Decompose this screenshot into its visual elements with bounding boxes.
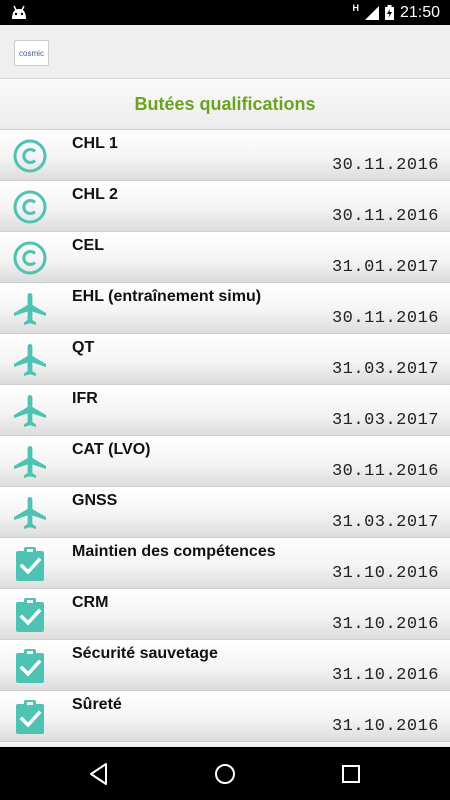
item-date: 31.03.2017 [331, 513, 439, 532]
list-item[interactable]: EHL (entraînement simu) 30.11.2016 [0, 282, 450, 333]
list-item[interactable]: CHL 2 30.11.2016 [0, 180, 450, 231]
list-item[interactable]: QT 31.03.2017 [0, 333, 450, 384]
page-header: Butées qualifications [0, 79, 450, 129]
list-item[interactable]: Sûreté 31.10.2016 [0, 690, 450, 741]
list-item[interactable]: CAT (LVO) 30.11.2016 [0, 435, 450, 486]
airplane-icon [12, 444, 48, 480]
signal-icon [364, 5, 379, 20]
clipboard-check-icon [12, 699, 48, 735]
item-date: 30.11.2016 [331, 462, 439, 481]
item-date: 31.10.2016 [331, 717, 439, 736]
list-item[interactable]: CRM 31.10.2016 [0, 588, 450, 639]
item-label: QT [72, 339, 95, 356]
list-item[interactable]: Sécurité sauvetage 31.10.2016 [0, 639, 450, 690]
item-date: 31.10.2016 [331, 666, 439, 685]
airplane-icon [12, 393, 48, 429]
app-logo[interactable]: cosmic [14, 40, 49, 66]
clipboard-check-icon [12, 648, 48, 684]
airplane-icon [12, 291, 48, 327]
battery-icon [384, 5, 394, 20]
list-item[interactable]: IFR 31.03.2017 [0, 384, 450, 435]
status-time: 21:50 [399, 3, 440, 21]
item-date: 31.01.2017 [331, 258, 439, 277]
item-label: CRM [72, 594, 109, 611]
item-date: 31.03.2017 [331, 360, 439, 379]
item-label: GNSS [72, 492, 118, 509]
item-date: 31.10.2016 [331, 564, 439, 583]
clipboard-check-icon [12, 546, 48, 582]
item-label: IFR [72, 390, 98, 407]
list-item[interactable]: CHL 1 30.11.2016 [0, 129, 450, 180]
airplane-icon [12, 495, 48, 531]
qualification-list: CHL 1 30.11.2016 CHL 2 30.11.2016 CEL 31.01… [0, 129, 450, 741]
home-button[interactable] [212, 761, 238, 787]
android-icon [12, 5, 26, 19]
item-date: 30.11.2016 [331, 156, 439, 175]
back-button[interactable] [86, 761, 112, 787]
app-bar: cosmic [0, 25, 450, 79]
logo-text: cosmic [19, 48, 44, 58]
item-date: 30.11.2016 [331, 207, 439, 226]
item-label: Sûreté [72, 696, 122, 713]
airplane-icon [12, 342, 48, 378]
item-date: 30.11.2016 [331, 309, 439, 328]
list-item[interactable]: CEL 31.01.2017 [0, 231, 450, 282]
copyright-icon [12, 138, 48, 174]
item-label: Sécurité sauvetage [72, 645, 218, 662]
navigation-bar [0, 747, 450, 800]
item-label: CAT (LVO) [72, 441, 151, 458]
copyright-icon [12, 189, 48, 225]
item-date: 31.03.2017 [331, 411, 439, 430]
item-label: EHL (entraînement simu) [72, 288, 262, 305]
item-label: Maintien des compétences [72, 543, 276, 560]
item-label: CHL 2 [72, 186, 118, 203]
copyright-icon [12, 240, 48, 276]
list-item[interactable]: GNSS 31.03.2017 [0, 486, 450, 537]
item-label: CEL [72, 237, 104, 254]
item-date: 31.10.2016 [331, 615, 439, 634]
item-label: CHL 1 [72, 135, 118, 152]
recents-button[interactable] [338, 761, 364, 787]
page-title: Butées qualifications [134, 93, 316, 114]
status-bar: H 21:50 [0, 0, 450, 25]
list-item[interactable]: Maintien des compétences 31.10.2016 [0, 537, 450, 588]
network-type: H [352, 2, 359, 13]
clipboard-check-icon [12, 597, 48, 633]
